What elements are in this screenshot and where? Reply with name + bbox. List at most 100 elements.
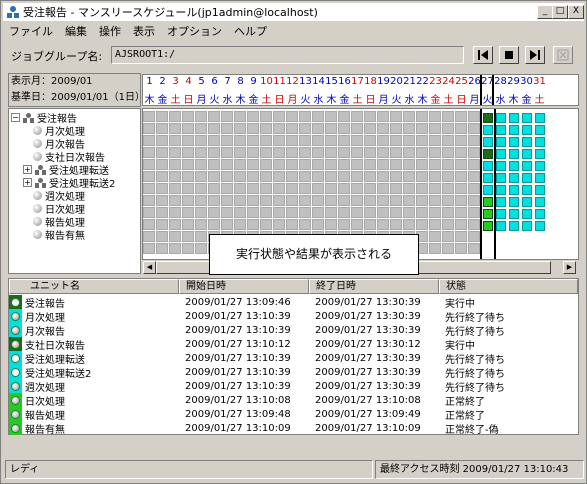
grid-cell[interactable] [429, 135, 441, 146]
calendar-day[interactable]: 19 [377, 76, 390, 87]
grid-cell[interactable] [195, 183, 207, 194]
grid-cell[interactable] [286, 111, 298, 122]
calendar-day[interactable]: 7 [221, 76, 234, 87]
grid-cell[interactable] [351, 111, 363, 122]
grid-cell[interactable] [377, 135, 389, 146]
calendar-day[interactable]: 8 [234, 76, 247, 87]
grid-cell[interactable] [468, 195, 480, 206]
status-cell[interactable] [509, 185, 519, 195]
calendar-day[interactable]: 28 [494, 76, 507, 87]
grid-cell[interactable] [403, 207, 415, 218]
grid-cell[interactable] [273, 171, 285, 182]
grid-cell[interactable] [312, 183, 324, 194]
grid-cell[interactable] [208, 111, 220, 122]
calendar-day[interactable]: 14 [312, 76, 325, 87]
collapse-icon[interactable]: − [11, 113, 20, 122]
menu-help[interactable]: ヘルプ [228, 23, 273, 39]
calendar-day[interactable]: 3 [169, 76, 182, 87]
grid-cell[interactable] [182, 111, 194, 122]
grid-cell[interactable] [390, 111, 402, 122]
grid-cell[interactable] [442, 183, 454, 194]
grid-cell[interactable] [273, 183, 285, 194]
calendar-day[interactable]: 9 [247, 76, 260, 87]
grid-cell[interactable] [143, 231, 155, 242]
grid-cell[interactable] [234, 123, 246, 134]
grid-cell[interactable] [260, 195, 272, 206]
menu-edit[interactable]: 編集 [59, 23, 93, 39]
grid-cell[interactable] [442, 207, 454, 218]
status-cell[interactable] [509, 221, 519, 231]
grid-cell[interactable] [169, 171, 181, 182]
grid-cell[interactable] [143, 159, 155, 170]
grid-cell[interactable] [299, 195, 311, 206]
grid-cell[interactable] [156, 195, 168, 206]
grid-cell[interactable] [390, 207, 402, 218]
grid-cell[interactable] [156, 171, 168, 182]
grid-cell[interactable] [364, 183, 376, 194]
grid-cell[interactable] [455, 219, 467, 230]
col-start[interactable]: 開始日時 [179, 279, 309, 294]
grid-cell[interactable] [182, 195, 194, 206]
grid-cell[interactable] [533, 231, 545, 242]
grid-cell[interactable] [247, 159, 259, 170]
status-cell[interactable] [509, 173, 519, 183]
grid-cell[interactable] [260, 147, 272, 158]
grid-cell[interactable] [377, 123, 389, 134]
grid-cell[interactable] [221, 123, 233, 134]
grid-cell[interactable] [182, 231, 194, 242]
status-cell[interactable] [483, 125, 493, 135]
grid-cell[interactable] [416, 147, 428, 158]
grid-cell[interactable] [338, 219, 350, 230]
calendar-day[interactable]: 25 [455, 76, 468, 87]
grid-cell[interactable] [286, 195, 298, 206]
grid-cell[interactable] [390, 147, 402, 158]
grid-cell[interactable] [520, 231, 532, 242]
grid-cell[interactable] [312, 219, 324, 230]
status-cell[interactable] [535, 197, 545, 207]
grid-cell[interactable] [390, 123, 402, 134]
calendar-day[interactable]: 30 [520, 76, 533, 87]
grid-cell[interactable] [455, 195, 467, 206]
grid-cell[interactable] [390, 135, 402, 146]
grid-cell[interactable] [455, 207, 467, 218]
grid-cell[interactable] [429, 171, 441, 182]
grid-cell[interactable] [468, 171, 480, 182]
calendar-day[interactable]: 11 [273, 76, 286, 87]
grid-cell[interactable] [312, 123, 324, 134]
grid-cell[interactable] [442, 231, 454, 242]
grid-cell[interactable] [403, 159, 415, 170]
grid-cell[interactable] [455, 183, 467, 194]
grid-cell[interactable] [416, 183, 428, 194]
grid-cell[interactable] [208, 219, 220, 230]
status-cell[interactable] [496, 149, 506, 159]
grid-cell[interactable] [455, 171, 467, 182]
grid-cell[interactable] [286, 135, 298, 146]
grid-cell[interactable] [221, 207, 233, 218]
grid-cell[interactable] [169, 159, 181, 170]
table-row[interactable]: 週次処理 2009/01/27 13:10:39 2009/01/27 13:30:… [9, 379, 578, 394]
grid-cell[interactable] [312, 207, 324, 218]
grid-cell[interactable] [468, 183, 480, 194]
grid-cell[interactable] [442, 147, 454, 158]
grid-cell[interactable] [299, 183, 311, 194]
grid-cell[interactable] [247, 183, 259, 194]
grid-cell[interactable] [208, 183, 220, 194]
grid-cell[interactable] [468, 243, 480, 254]
status-cell[interactable] [496, 161, 506, 171]
grid-cell[interactable] [208, 135, 220, 146]
grid-cell[interactable] [390, 159, 402, 170]
grid-cell[interactable] [286, 183, 298, 194]
grid-cell[interactable] [468, 207, 480, 218]
grid-cell[interactable] [416, 123, 428, 134]
grid-cell[interactable] [351, 195, 363, 206]
grid-cell[interactable] [156, 219, 168, 230]
grid-cell[interactable] [416, 219, 428, 230]
table-row[interactable]: 受注処理転送 2009/01/27 13:10:39 2009/01/27 13:3… [9, 351, 578, 366]
status-cell[interactable] [483, 113, 493, 123]
grid-cell[interactable] [442, 195, 454, 206]
grid-cell[interactable] [156, 159, 168, 170]
grid-cell[interactable] [351, 147, 363, 158]
grid-cell[interactable] [182, 207, 194, 218]
grid-cell[interactable] [208, 171, 220, 182]
grid-cell[interactable] [299, 123, 311, 134]
